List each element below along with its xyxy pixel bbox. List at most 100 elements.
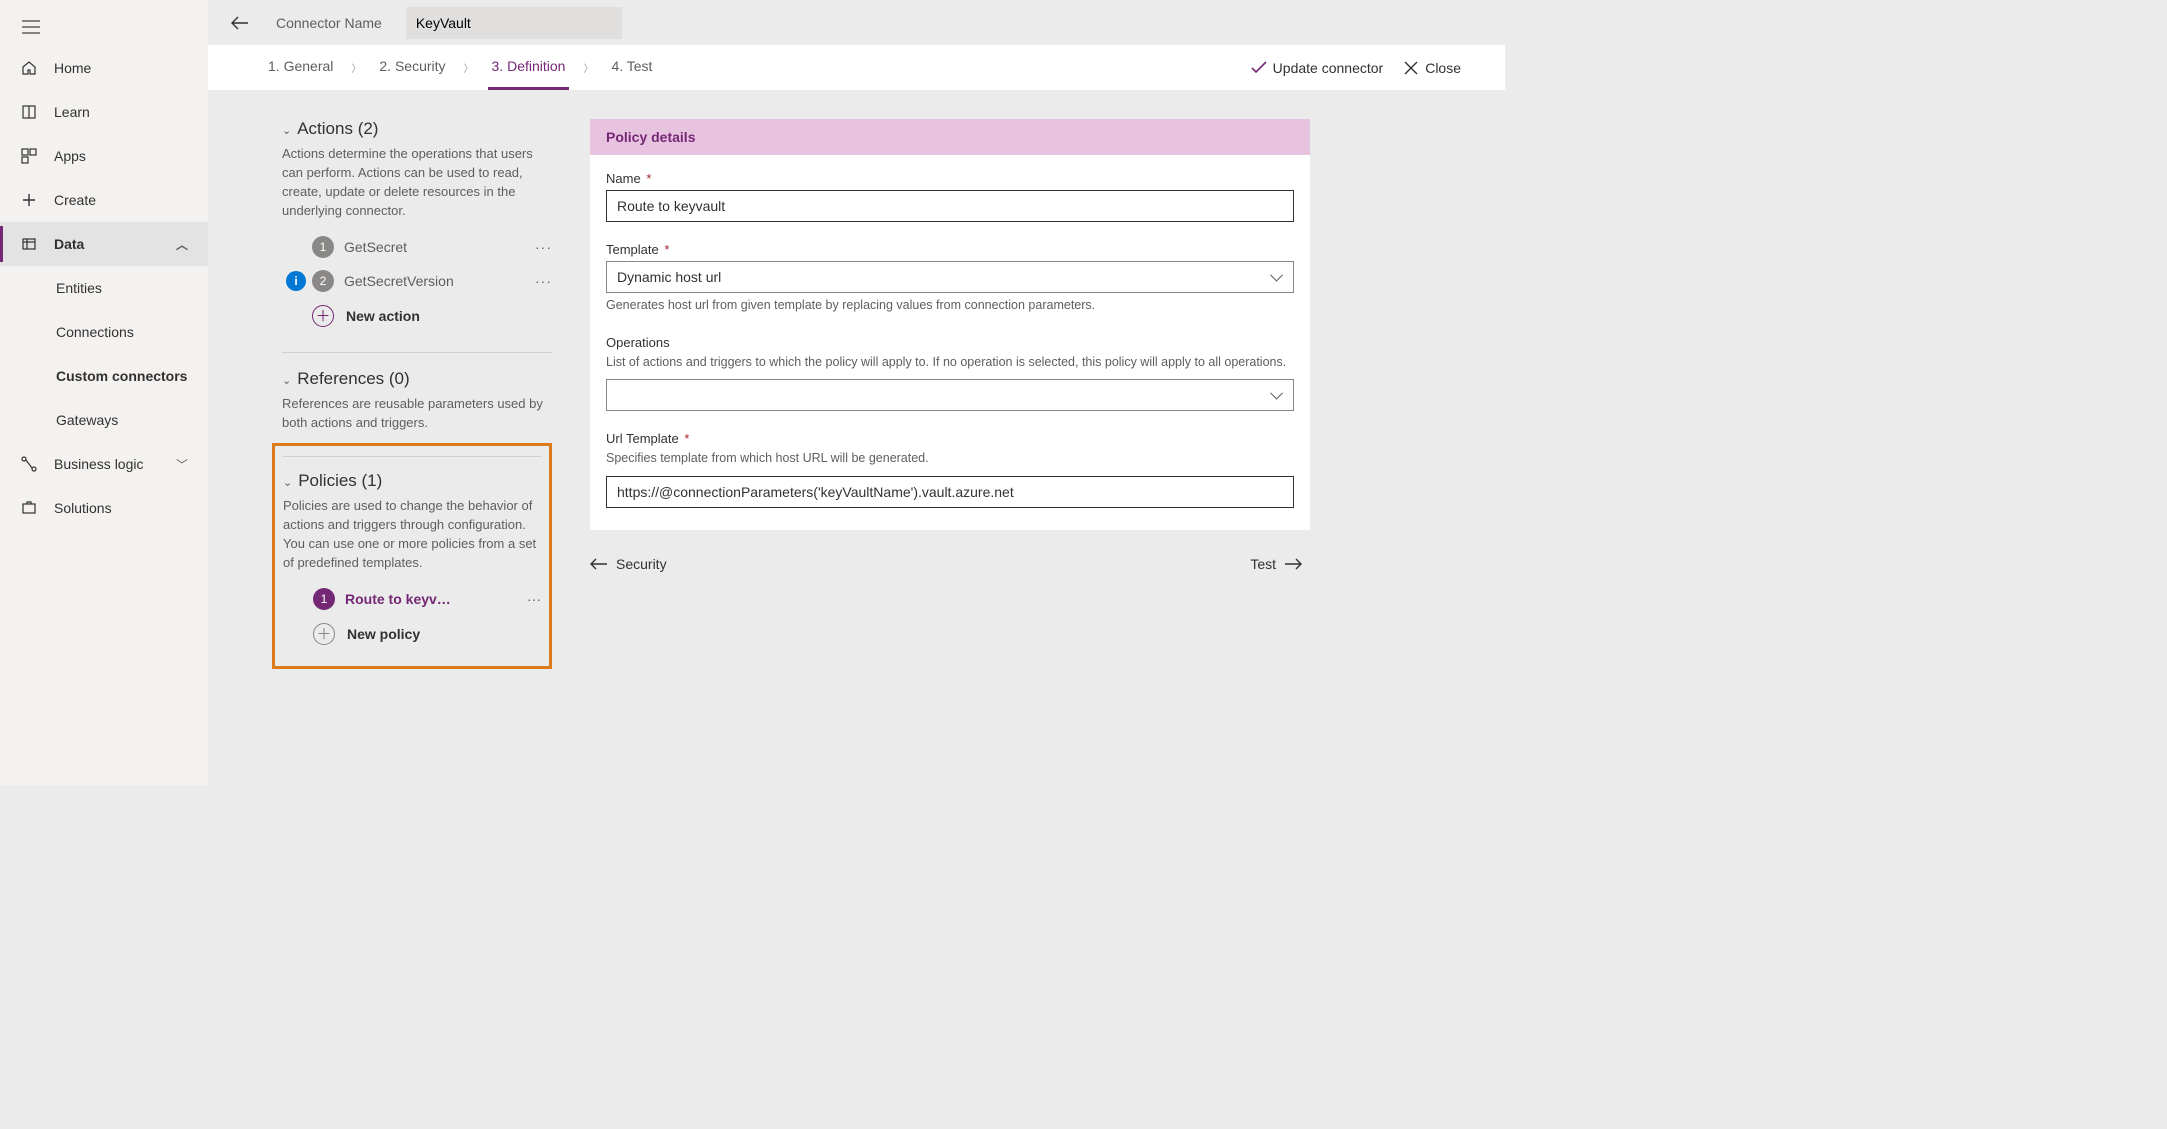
- back-button[interactable]: [224, 7, 256, 39]
- next-test-link[interactable]: Test: [1250, 556, 1302, 572]
- nav-business-logic[interactable]: Business logic ﹀: [0, 442, 208, 486]
- actions-description: Actions determine the operations that us…: [282, 145, 552, 220]
- item-number-badge: 1: [312, 236, 334, 258]
- actions-section-header[interactable]: ⌄ Actions (2): [282, 119, 552, 139]
- header-bar: Connector Name: [208, 0, 1505, 45]
- nav-label: Create: [54, 192, 96, 208]
- section-title: References (0): [297, 369, 409, 389]
- more-menu-icon[interactable]: ···: [527, 591, 541, 607]
- step-definition[interactable]: 3. Definition: [488, 45, 570, 90]
- nav-home[interactable]: Home: [0, 46, 208, 90]
- url-template-help: Specifies template from which host URL w…: [606, 450, 1294, 468]
- chevron-down-icon: ﹀: [176, 456, 188, 473]
- references-description: References are reusable parameters used …: [282, 395, 552, 433]
- divider: [283, 456, 541, 457]
- policy-details-form: Policy details Name * Template * Dynamic…: [590, 119, 1310, 785]
- close-button[interactable]: Close: [1403, 60, 1461, 76]
- action-item-getsecret[interactable]: 1 GetSecret ···: [282, 230, 552, 264]
- nav-label: Apps: [54, 148, 86, 164]
- section-title: Actions (2): [297, 119, 378, 139]
- select-value: Dynamic host url: [617, 269, 721, 285]
- button-label: New policy: [347, 626, 420, 642]
- button-label: Close: [1425, 60, 1461, 76]
- home-icon: [20, 59, 38, 77]
- plus-icon: [20, 191, 38, 209]
- item-number-badge: 1: [313, 588, 335, 610]
- references-section-header[interactable]: ⌄ References (0): [282, 369, 552, 389]
- plus-circle-icon: ＋: [312, 305, 334, 327]
- subnav-label: Connections: [56, 324, 134, 340]
- apps-icon: [20, 147, 38, 165]
- chevron-down-icon: ⌄: [282, 374, 291, 387]
- check-icon: [1251, 60, 1267, 76]
- subnav-gateways[interactable]: Gateways: [0, 398, 208, 442]
- close-icon: [1403, 60, 1419, 76]
- nav-label: Home: [54, 60, 91, 76]
- nav-create[interactable]: Create: [0, 178, 208, 222]
- sidebar: Home Learn Apps Create Data ︿ Entities C…: [0, 0, 208, 785]
- nav-label: Solutions: [54, 500, 112, 516]
- arrow-left-icon: [231, 16, 249, 30]
- nav-label: Learn: [54, 104, 90, 120]
- link-label: Test: [1250, 556, 1276, 572]
- section-title: Policies (1): [298, 471, 382, 491]
- prev-security-link[interactable]: Security: [590, 556, 667, 572]
- chevron-right-icon: 〉: [351, 60, 361, 75]
- operations-select[interactable]: [606, 379, 1294, 411]
- update-connector-button[interactable]: Update connector: [1251, 60, 1384, 76]
- hamburger-menu[interactable]: [0, 8, 208, 46]
- policies-description: Policies are used to change the behavior…: [283, 497, 541, 572]
- more-menu-icon[interactable]: ···: [535, 273, 552, 289]
- policies-highlight: ⌄ Policies (1) Policies are used to chan…: [272, 443, 552, 669]
- arrow-right-icon: [1284, 558, 1302, 570]
- more-menu-icon[interactable]: ···: [535, 239, 552, 255]
- connector-name-input[interactable]: [406, 7, 622, 39]
- action-label: GetSecret: [344, 239, 527, 255]
- data-icon: [20, 235, 38, 253]
- subnav-entities[interactable]: Entities: [0, 266, 208, 310]
- chevron-down-icon: ⌄: [283, 476, 292, 489]
- connector-name-label: Connector Name: [268, 15, 390, 31]
- divider: [282, 352, 552, 353]
- new-policy-button[interactable]: ＋ New policy: [283, 616, 541, 652]
- arrow-left-icon: [590, 558, 608, 570]
- chevron-right-icon: 〉: [583, 60, 593, 75]
- nav-label: Data: [54, 236, 84, 252]
- hamburger-icon: [22, 20, 40, 34]
- operations-label: Operations: [606, 335, 1294, 350]
- nav-solutions[interactable]: Solutions: [0, 486, 208, 530]
- new-action-button[interactable]: ＋ New action: [282, 298, 552, 334]
- info-icon: i: [286, 271, 306, 291]
- action-item-getsecretversion[interactable]: i 2 GetSecretVersion ···: [282, 264, 552, 298]
- template-select[interactable]: Dynamic host url: [606, 261, 1294, 293]
- step-general[interactable]: 1. General: [264, 45, 337, 90]
- wizard-steps: 1. General 〉 2. Security 〉 3. Definition…: [208, 45, 1505, 91]
- action-label: GetSecretVersion: [344, 273, 527, 289]
- operations-help: List of actions and triggers to which th…: [606, 354, 1294, 372]
- form-header: Policy details: [590, 119, 1310, 155]
- subnav-custom-connectors[interactable]: Custom connectors: [0, 354, 208, 398]
- nav-apps[interactable]: Apps: [0, 134, 208, 178]
- definition-panel: ⌄ Actions (2) Actions determine the oper…: [282, 119, 552, 785]
- policy-name-input[interactable]: [606, 190, 1294, 222]
- subnav-label: Gateways: [56, 412, 118, 428]
- step-test[interactable]: 4. Test: [607, 45, 656, 90]
- step-security[interactable]: 2. Security: [375, 45, 449, 90]
- subnav-connections[interactable]: Connections: [0, 310, 208, 354]
- policy-item-route-to-keyvault[interactable]: 1 Route to keyv… ···: [283, 582, 541, 616]
- item-number-badge: 2: [312, 270, 334, 292]
- chevron-up-icon: ︿: [176, 236, 188, 253]
- template-help: Generates host url from given template b…: [606, 297, 1294, 315]
- url-template-label: Url Template *: [606, 431, 1294, 446]
- name-label: Name *: [606, 171, 1294, 186]
- flow-icon: [20, 455, 38, 473]
- wizard-bottom-nav: Security Test: [590, 556, 1310, 572]
- url-template-input[interactable]: [606, 476, 1294, 508]
- policies-section-header[interactable]: ⌄ Policies (1): [283, 471, 541, 491]
- nav-data[interactable]: Data ︿: [0, 222, 208, 266]
- template-label: Template *: [606, 242, 1294, 257]
- nav-learn[interactable]: Learn: [0, 90, 208, 134]
- nav-label: Business logic: [54, 456, 144, 472]
- plus-circle-icon: ＋: [313, 623, 335, 645]
- link-label: Security: [616, 556, 667, 572]
